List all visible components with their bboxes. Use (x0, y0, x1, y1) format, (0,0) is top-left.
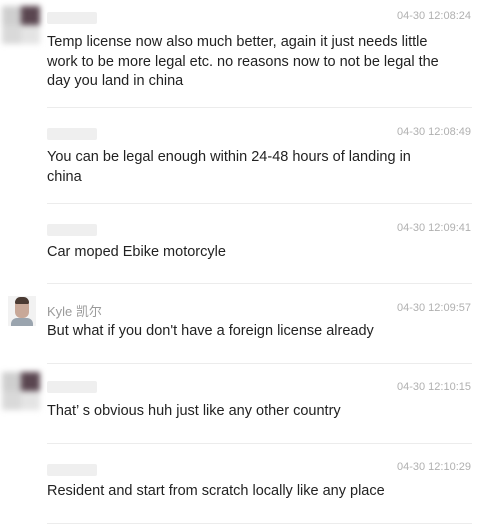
chat-message: 04-30 12:08:24 Temp license now also muc… (0, 0, 503, 108)
avatar[interactable] (8, 296, 36, 326)
sender-name-redacted (47, 224, 97, 236)
message-text: Temp license now also much better, again… (47, 34, 439, 89)
message-timestamp: 04-30 12:10:29 (396, 461, 471, 473)
message-divider (47, 523, 472, 524)
message-timestamp: 04-30 12:10:15 (396, 381, 471, 393)
message-text: Car moped Ebike motorcyle (47, 244, 226, 260)
message-text: You can be legal enough within 24-48 hou… (47, 149, 411, 185)
chat-message: 04-30 12:09:41 Car moped Ebike motorcyle (0, 204, 503, 284)
message-timestamp: 04-30 12:09:41 (396, 222, 471, 234)
chat-message: 04-30 12:10:29 Resident and start from s… (0, 444, 503, 530)
sender-name: Kyle 凯尔 (47, 304, 102, 319)
sender-name-redacted (47, 381, 97, 393)
message-timestamp: 04-30 12:08:49 (396, 126, 471, 138)
sender-name-redacted (47, 464, 97, 476)
chat-message: 04-30 12:10:15 That’ s obvious huh just … (0, 364, 503, 444)
avatar-hair (15, 297, 29, 304)
sender-name-redacted (47, 12, 97, 24)
chat-history: 04-30 12:08:24 Temp license now also muc… (0, 0, 503, 530)
message-text: That’ s obvious huh just like any other … (47, 403, 341, 419)
avatar-shirt (11, 318, 33, 326)
message-timestamp: 04-30 12:08:24 (396, 10, 471, 22)
message-text: But what if you don't have a foreign lic… (47, 323, 374, 339)
sender-name-redacted (47, 128, 97, 140)
message-text: Resident and start from scratch locally … (47, 483, 385, 499)
avatar[interactable] (2, 6, 40, 44)
chat-message: 04-30 12:08:49 You can be legal enough w… (0, 108, 503, 204)
avatar[interactable] (2, 372, 40, 410)
message-timestamp: 04-30 12:09:57 (396, 302, 471, 314)
chat-message: Kyle 凯尔 04-30 12:09:57 But what if you d… (0, 284, 503, 364)
